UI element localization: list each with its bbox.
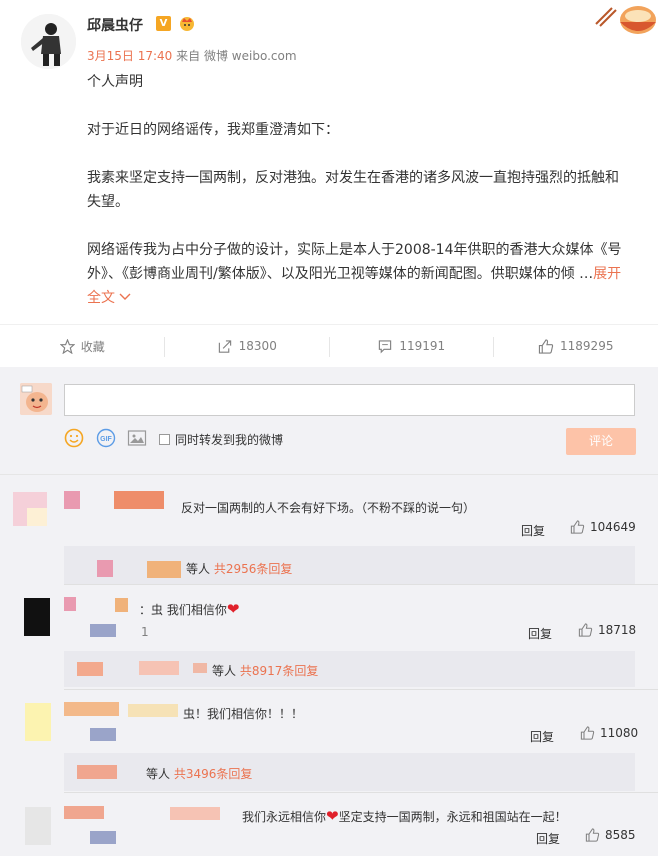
post-content: 个人声明 对于近日的网络谣传，我郑重澄清如下： 我素来坚定支持一国两制，反对港独… (87, 70, 632, 310)
emoji-icon[interactable] (64, 428, 84, 452)
comment-text: 反对一国两制的人不会有好下场。（不粉不踩的说一句） (181, 501, 476, 515)
thumbs-up-icon (585, 828, 600, 842)
divider (0, 474, 658, 475)
source-prefix: 来自 (176, 49, 201, 63)
comment-like-button[interactable]: 11080 (580, 726, 638, 740)
repost-button[interactable]: 18300 (165, 325, 330, 367)
comment-text: 我们永远相信你❤坚定支持一国两制，永远和祖国站在一起！ (242, 807, 567, 825)
sub-commenter-avatar (97, 560, 113, 577)
verified-badge-icon: V (156, 16, 171, 31)
action-separator (329, 337, 330, 357)
comment-text: 虫！我们相信你！！！ (183, 707, 304, 721)
commenter-name[interactable] (64, 702, 119, 716)
commenter-badge (114, 491, 164, 509)
like-button[interactable]: 1189295 (494, 325, 658, 367)
sub-commenter-name (139, 661, 179, 675)
heart-icon: ❤ (326, 807, 339, 825)
chevron-down-icon (119, 293, 131, 300)
reply-button[interactable]: 回复 (536, 830, 560, 847)
post-paragraph: 个人声明 (87, 74, 143, 90)
reply-button[interactable]: 回复 (530, 728, 554, 745)
thumbs-up-icon (580, 726, 595, 740)
reply-button[interactable]: 回复 (521, 522, 545, 539)
divider (64, 792, 658, 793)
commenter-avatar[interactable] (13, 492, 47, 526)
commenter-name[interactable] (64, 491, 80, 509)
gif-icon[interactable]: GIF (96, 428, 116, 452)
sub-commenter-avatar (77, 662, 103, 676)
star-icon (59, 338, 75, 354)
sub-replies-summary: 等人 共3496条回复 (146, 767, 253, 781)
comment-button[interactable]: 119191 (329, 325, 494, 367)
submit-comment-button[interactable]: 评论 (566, 428, 636, 455)
comment-input[interactable] (64, 384, 635, 416)
action-separator (164, 337, 165, 357)
favorite-button[interactable]: 收藏 (0, 325, 165, 367)
post-source[interactable]: 微博 weibo.com (204, 49, 297, 63)
thumbs-up-icon (570, 520, 585, 534)
reply-button[interactable]: 回复 (528, 625, 552, 642)
commenter-avatar[interactable] (24, 598, 50, 636)
image-icon[interactable] (127, 428, 147, 452)
comment-icon (379, 339, 392, 353)
divider (64, 689, 658, 690)
commenter-name[interactable] (64, 806, 104, 819)
post-paragraph: 我素来坚定支持一国两制，反对港独。对发生在香港的诸多风波一直抱持强烈的抵触和失望… (87, 170, 619, 210)
author-avatar[interactable] (21, 14, 76, 69)
thumbs-up-icon (578, 623, 593, 637)
comment-like-button[interactable]: 8585 (585, 828, 636, 842)
sub-replies-summary: 等人 共2956条回复 (186, 562, 293, 576)
comment-text: ：虫 我们相信你❤ (139, 600, 240, 618)
commenter-avatar[interactable] (25, 703, 51, 741)
post-time[interactable]: 3月15日 17:40 (87, 49, 172, 63)
post-meta: 3月15日 17:40 来自 微博 weibo.com (87, 47, 297, 64)
comment-like-button[interactable]: 18718 (578, 623, 636, 637)
decorative-food-icon (594, 0, 658, 38)
commenter-badge (170, 807, 220, 820)
post-paragraph: 对于近日的网络谣传，我郑重澄清如下： (87, 122, 339, 138)
comment-emoji-strip (90, 831, 116, 844)
post-action-bar: 收藏 18300 119191 1189295 (0, 324, 658, 367)
view-replies-link[interactable]: 共8917条回复 (240, 664, 319, 678)
commenter-avatar[interactable] (25, 807, 51, 845)
forward-to-my-weibo-option[interactable]: 同时转发到我的微博 (159, 431, 283, 448)
divider (64, 584, 658, 585)
sub-commenter-name (147, 561, 181, 578)
vip-crown-icon (178, 14, 196, 32)
post-paragraph: 网络谣传我为占中分子做的设计，实际上是本人于2008-14年供职的香港大众媒体《… (87, 242, 622, 282)
view-replies-link[interactable]: 共3496条回复 (174, 767, 253, 781)
sub-replies-summary: 等人 共8917条回复 (212, 664, 319, 678)
comment-emoji-strip (90, 624, 116, 637)
comment-subline: 1 (141, 625, 149, 639)
post-paragraph-truncated: 网络谣传我为占中分子做的设计，实际上是本人于2008-14年供职的香港大众媒体《… (87, 238, 632, 310)
sub-commenter-badge (193, 663, 207, 673)
author-name[interactable]: 邱晨虫仔 (87, 15, 143, 35)
forward-checkbox[interactable] (159, 434, 170, 445)
thumbs-up-icon (538, 338, 554, 354)
sub-commenter-avatar (77, 765, 117, 779)
view-replies-link[interactable]: 共2956条回复 (214, 562, 293, 576)
heart-icon: ❤ (226, 600, 240, 618)
repost-icon (218, 339, 231, 353)
comment-emoji-strip (90, 728, 116, 741)
svg-text:GIF: GIF (100, 436, 112, 443)
action-separator (493, 337, 494, 357)
commenter-badge (115, 598, 128, 612)
commenter-badge (128, 704, 178, 717)
current-user-avatar (20, 383, 52, 415)
forward-label: 同时转发到我的微博 (175, 433, 284, 447)
comment-like-button[interactable]: 104649 (570, 520, 636, 534)
commenter-name[interactable] (64, 597, 76, 611)
